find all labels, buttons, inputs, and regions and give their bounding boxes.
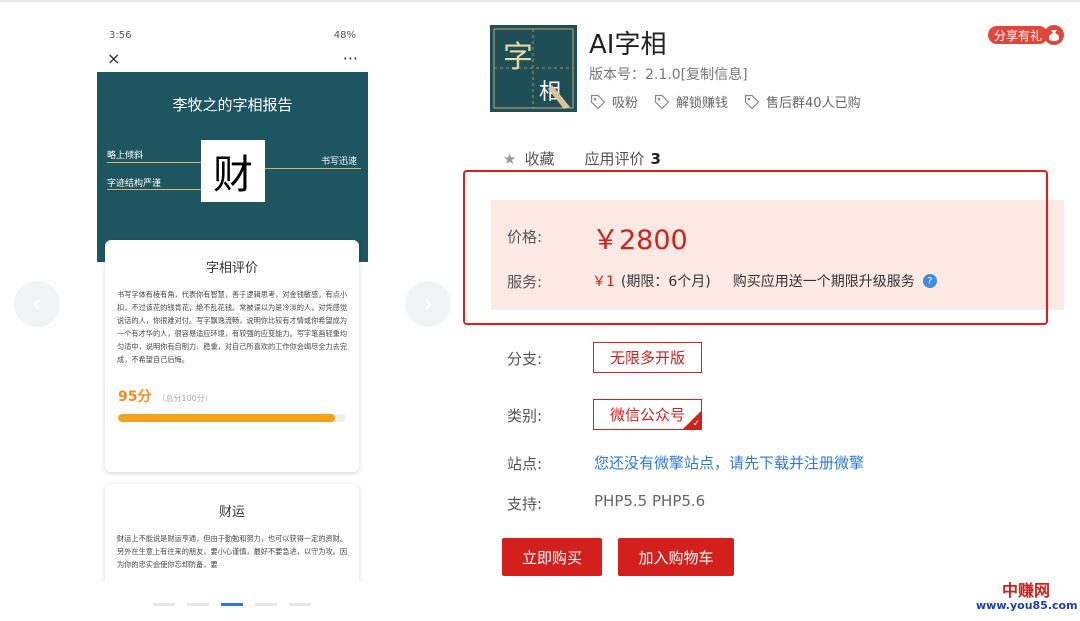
hero-label: 书写迅速 [321, 157, 358, 167]
status-time: 3:56 [109, 29, 132, 41]
more-icon: ··· [342, 48, 358, 68]
share-reward-button[interactable]: 分享有礼 [988, 26, 1049, 44]
app-title: AI字相 [589, 30, 667, 60]
service-note: 购买应用送一个期限升级服务 [732, 274, 915, 290]
pagination-dot[interactable] [289, 603, 311, 606]
hero-label: 略上倾斜 [107, 151, 144, 161]
support-label: 支持: [507, 495, 543, 513]
register-site-link[interactable]: 您还没有微擎站点，请先下载并注册微擎 [594, 452, 864, 473]
score-bar [118, 414, 346, 422]
service-info: ￥1 (期限：6个月) 购买应用送一个期限升级服务 ? [592, 271, 937, 291]
status-battery: 48% [333, 29, 356, 41]
tag-icon [590, 94, 606, 109]
tag-label: 售后群40人已购 [766, 96, 861, 111]
gallery-prev-button[interactable]: ‹ [14, 281, 60, 327]
label-line [107, 189, 201, 190]
tag-label: 吸粉 [612, 96, 639, 111]
card-title: 字相评价 [205, 261, 258, 276]
tag-icon [654, 94, 670, 109]
tag-label: 解锁赚钱 [676, 96, 729, 111]
phone-status-bar: 3:56 48% [97, 26, 368, 44]
close-icon: × [107, 48, 121, 68]
meta-row: ★ 收藏 应用评价 3 [503, 148, 661, 169]
gallery-pagination [153, 603, 311, 606]
help-icon[interactable]: ? [922, 274, 937, 288]
handwriting-sample: 财 [201, 140, 265, 202]
add-to-cart-button[interactable]: 加入购物车 [618, 538, 734, 576]
highlight-frame [463, 170, 1048, 325]
fortune-card: 财运 财运上不能说是财运亨通，但由于勤勉和努力，也可以获得一定的资财。另外在生意… [105, 484, 359, 582]
money-bag-icon[interactable] [1044, 25, 1064, 45]
label-line [107, 162, 201, 163]
screenshot-gallery: ‹ 3:56 48% × ··· 李牧之的字相报告 略上倾斜 字迹结构严谨 书写… [0, 0, 470, 621]
review-count: 3 [650, 149, 661, 168]
watermark-url: www.you85.com [976, 598, 1078, 612]
report-hero: 李牧之的字相报告 略上倾斜 字迹结构严谨 书写迅速 财 [97, 72, 368, 262]
score-value: 95分 [118, 389, 152, 405]
card-body: 财运上不能说是财运亨通，但由于勤勉和努力，也可以获得一定的资财。另外在生意上有往… [117, 534, 348, 569]
check-icon: ✓ [692, 419, 701, 429]
price-label: 价格: [507, 228, 543, 246]
review-link[interactable]: 应用评价 [584, 148, 644, 169]
chevron-right-icon: › [422, 289, 434, 319]
star-icon[interactable]: ★ [503, 150, 516, 168]
phone-nav-bar: × ··· [97, 44, 368, 72]
branch-option[interactable]: 无限多开版 [593, 342, 703, 373]
pagination-dot[interactable] [153, 603, 175, 606]
tag-item[interactable]: 解锁赚钱 [654, 92, 728, 111]
label-line [265, 168, 361, 169]
pagination-dot-active[interactable] [221, 603, 243, 606]
phone-screenshot[interactable]: 3:56 48% × ··· 李牧之的字相报告 略上倾斜 字迹结构严谨 书写迅速… [97, 26, 368, 582]
tag-item[interactable]: 吸粉 [590, 92, 638, 111]
site-label: 站点: [507, 455, 543, 473]
version-info[interactable]: 版本号：2.1.0[复制信息] [589, 64, 748, 84]
favorite-link[interactable]: 收藏 [524, 148, 554, 169]
price-value: ￥2800 [592, 225, 688, 256]
score-note: （总分100分） [157, 394, 213, 403]
report-title: 李牧之的字相报告 [172, 96, 293, 114]
pagination-dot[interactable] [255, 603, 277, 606]
card-body: 书写字体有棱有角，代表你有智慧，善于逻辑思考，对金钱敏感，有点小扣，不过该花的钱… [117, 290, 348, 364]
score-bar-fill [118, 414, 335, 422]
pagination-dot[interactable] [187, 603, 209, 606]
category-option-selected[interactable]: 微信公众号 ✓ [593, 399, 703, 430]
tag-icon [744, 94, 760, 109]
watermark-name: 中赚网 [1001, 581, 1050, 600]
gallery-next-button[interactable]: › [405, 281, 451, 327]
category-label: 类别: [507, 407, 543, 425]
buy-now-button[interactable]: 立即购买 [502, 538, 602, 576]
app-icon-char: 字 [503, 40, 533, 75]
evaluation-card: 字相评价 书写字体有棱有角，代表你有智慧，善于逻辑思考，对金钱敏感，有点小扣，不… [105, 240, 359, 472]
tag-list: 吸粉 解锁赚钱 售后群40人已购 [590, 92, 861, 111]
service-label: 服务: [507, 273, 543, 291]
card-title: 财运 [218, 505, 245, 520]
hero-label: 字迹结构严谨 [107, 179, 162, 189]
chevron-left-icon: ‹ [31, 289, 43, 319]
app-icon: 字 相 [490, 25, 577, 112]
category-option-label: 微信公众号 [610, 406, 686, 424]
service-amount: ￥1 [592, 274, 615, 290]
score-line: 95分 （总分100分） [105, 366, 359, 406]
branch-option-label: 无限多开版 [610, 349, 686, 367]
tag-item[interactable]: 售后群40人已购 [744, 92, 861, 111]
service-period: (期限：6个月) [620, 274, 711, 290]
branch-label: 分支: [507, 350, 543, 368]
watermark: 中赚网 www.you85.com [976, 581, 1078, 612]
support-value: PHP5.5 PHP5.6 [594, 492, 706, 510]
